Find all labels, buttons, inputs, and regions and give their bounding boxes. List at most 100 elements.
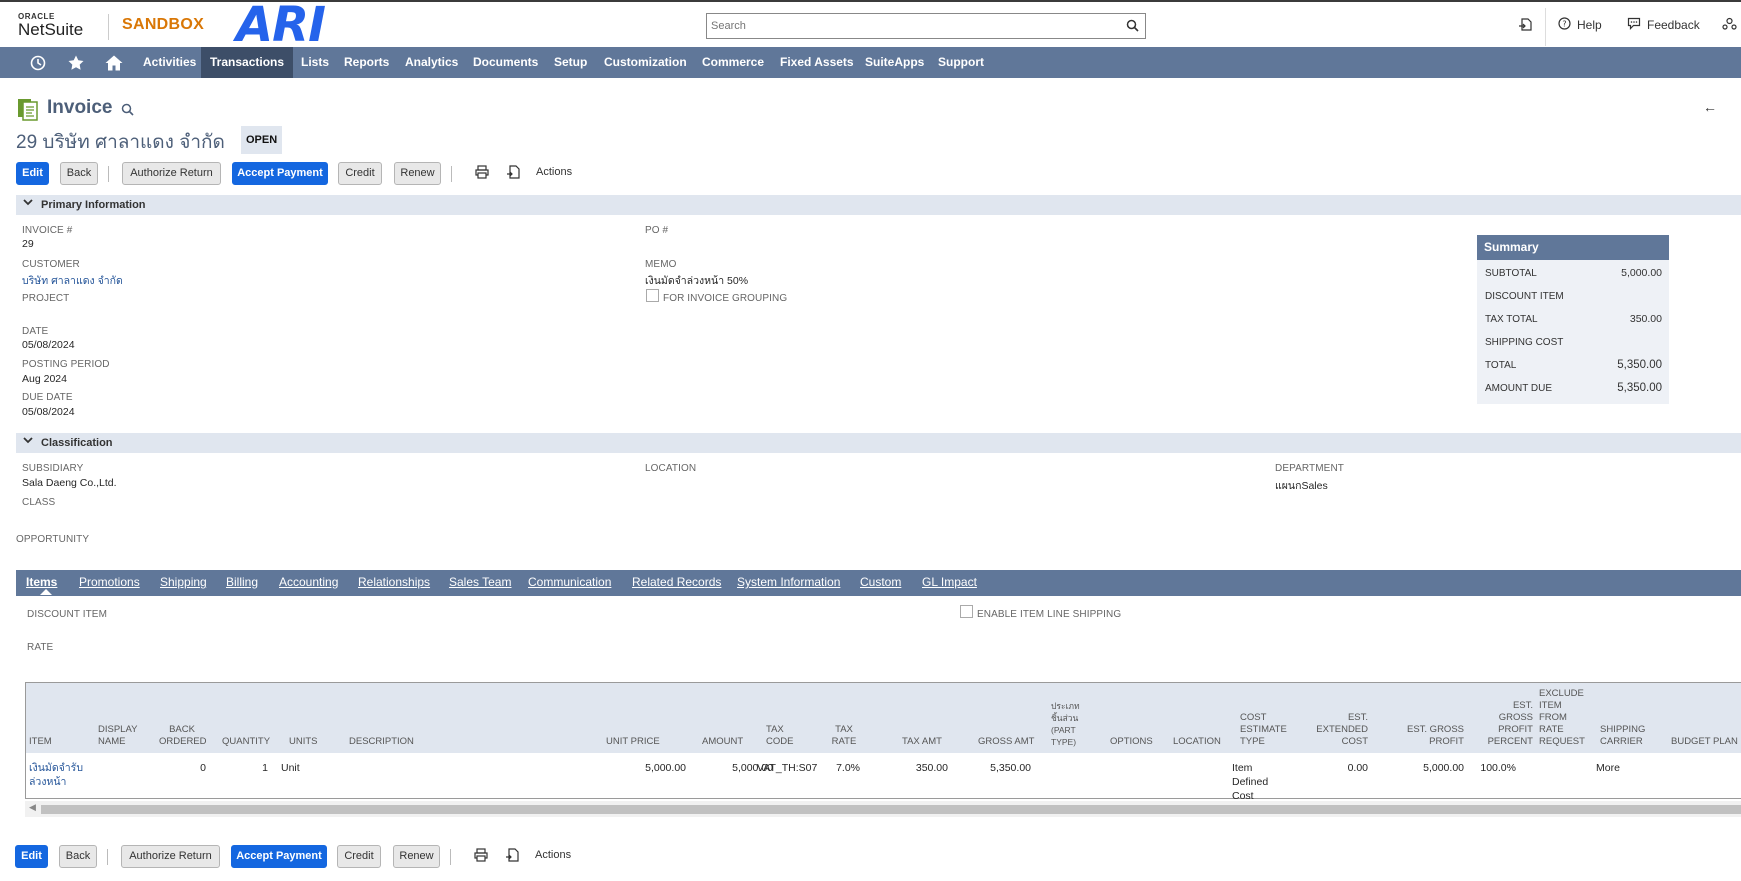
class-label: CLASS bbox=[22, 497, 56, 508]
cell-item[interactable]: เงินมัดจำรับ ล่วงหน้า bbox=[29, 761, 89, 789]
favorites-star-icon[interactable] bbox=[65, 53, 87, 73]
make-copy-icon[interactable] bbox=[506, 165, 520, 182]
due-date-value: 05/08/2024 bbox=[22, 406, 75, 418]
global-search[interactable] bbox=[706, 13, 1146, 39]
active-tab-caret bbox=[40, 589, 52, 595]
date-label: DATE bbox=[22, 326, 49, 337]
date-value: 05/08/2024 bbox=[22, 339, 75, 351]
memo-label: MEMO bbox=[645, 259, 677, 270]
tab-sales-team[interactable]: Sales Team bbox=[449, 570, 511, 595]
summary-label: SHIPPING COST bbox=[1485, 337, 1564, 348]
actions-menu[interactable]: Actions bbox=[536, 166, 572, 178]
help-link[interactable]: ? Help bbox=[1558, 17, 1602, 33]
print-icon[interactable] bbox=[475, 165, 489, 182]
chevron-down-icon bbox=[23, 433, 33, 453]
tab-promotions[interactable]: Promotions bbox=[79, 570, 140, 595]
logo-divider bbox=[108, 14, 109, 40]
col-cost-estimate-type: COST ESTIMATE TYPE bbox=[1240, 712, 1287, 747]
scroll-left-arrow-icon[interactable]: ◀ bbox=[29, 802, 36, 813]
nav-activities[interactable]: Activities bbox=[134, 47, 205, 78]
memo-value: เงินมัดจำล่วงหน้า 50% bbox=[645, 275, 749, 287]
edit-button[interactable]: Edit bbox=[15, 845, 48, 868]
col-quantity: QUANTITY bbox=[222, 736, 271, 747]
renew-button[interactable]: Renew bbox=[394, 162, 441, 185]
summary-row: SUBTOTAL 5,000.00 bbox=[1477, 262, 1669, 285]
invoice-record-icon bbox=[17, 97, 39, 124]
feedback-icon bbox=[1627, 17, 1641, 33]
col-unit-price: UNIT PRICE bbox=[606, 736, 660, 747]
print-icon[interactable] bbox=[474, 848, 488, 865]
customer-link[interactable]: บริษัท ศาลาแดง จำกัด bbox=[22, 272, 123, 289]
nav-analytics[interactable]: Analytics bbox=[396, 47, 467, 78]
tab-custom[interactable]: Custom bbox=[860, 570, 901, 595]
tab-related-records[interactable]: Related Records bbox=[632, 570, 721, 595]
back-button[interactable]: Back bbox=[60, 162, 98, 185]
make-copy-icon[interactable] bbox=[505, 848, 519, 865]
tab-shipping[interactable]: Shipping bbox=[160, 570, 207, 595]
rate-label: RATE bbox=[27, 642, 54, 653]
nav-suiteapps[interactable]: SuiteApps bbox=[856, 47, 933, 78]
tab-communication[interactable]: Communication bbox=[528, 570, 611, 595]
accept-payment-button[interactable]: Accept Payment bbox=[231, 845, 327, 868]
credit-button[interactable]: Credit bbox=[338, 162, 382, 185]
classification-header[interactable]: Classification bbox=[16, 433, 1741, 453]
back-button[interactable]: Back bbox=[59, 845, 97, 868]
col-units: UNITS bbox=[289, 736, 318, 747]
authorize-return-button[interactable]: Authorize Return bbox=[121, 845, 220, 868]
header-separator bbox=[1545, 8, 1546, 46]
summary-value: 350.00 bbox=[1629, 313, 1662, 325]
authorize-return-button[interactable]: Authorize Return bbox=[122, 162, 221, 185]
record-search-icon[interactable] bbox=[121, 103, 134, 119]
scrollbar-thumb[interactable] bbox=[41, 805, 1741, 814]
nav-documents[interactable]: Documents bbox=[464, 47, 547, 78]
feedback-link[interactable]: Feedback bbox=[1627, 17, 1700, 33]
table-header: ITEM DISPLAY NAME BACK ORDERED QUANTITY … bbox=[26, 683, 1741, 753]
summary-label: DISCOUNT ITEM bbox=[1485, 291, 1564, 302]
due-date-label: DUE DATE bbox=[22, 392, 73, 403]
nav-fixed-assets[interactable]: Fixed Assets bbox=[771, 47, 863, 78]
tab-accounting[interactable]: Accounting bbox=[279, 570, 338, 595]
col-options: OPTIONS bbox=[1110, 736, 1153, 747]
summary-row: AMOUNT DUE 5,350.00 bbox=[1477, 377, 1669, 400]
nav-reports[interactable]: Reports bbox=[335, 47, 398, 78]
tab-relationships[interactable]: Relationships bbox=[358, 570, 430, 595]
cell-units: Unit bbox=[281, 762, 300, 774]
table-horizontal-scrollbar[interactable]: ◀ bbox=[25, 801, 1741, 817]
recent-records-icon[interactable] bbox=[1518, 17, 1533, 35]
subtab-underline bbox=[16, 595, 1741, 596]
nav-customization[interactable]: Customization bbox=[595, 47, 696, 78]
tab-gl-impact[interactable]: GL Impact bbox=[922, 570, 977, 595]
enable-line-shipping-checkbox[interactable] bbox=[960, 605, 973, 618]
subtab-bar: Items Promotions Shipping Billing Accoun… bbox=[16, 570, 1741, 595]
nav-lists[interactable]: Lists bbox=[292, 47, 338, 78]
actions-menu[interactable]: Actions bbox=[535, 849, 571, 861]
nav-support[interactable]: Support bbox=[929, 47, 993, 78]
tab-billing[interactable]: Billing bbox=[226, 570, 258, 595]
netsuite-logo[interactable]: ORACLE NetSuite bbox=[18, 12, 83, 38]
nav-setup[interactable]: Setup bbox=[545, 47, 596, 78]
for-invoice-grouping-checkbox[interactable] bbox=[646, 289, 659, 302]
renew-button[interactable]: Renew bbox=[393, 845, 440, 868]
tab-system-information[interactable]: System Information bbox=[737, 570, 840, 595]
project-label: PROJECT bbox=[22, 293, 70, 304]
edit-button[interactable]: Edit bbox=[16, 162, 49, 185]
summary-label: AMOUNT DUE bbox=[1485, 383, 1553, 394]
search-icon[interactable] bbox=[1126, 19, 1139, 35]
summary-row: TAX TOTAL 350.00 bbox=[1477, 308, 1669, 331]
accept-payment-button[interactable]: Accept Payment bbox=[232, 162, 328, 185]
items-table: ITEM DISPLAY NAME BACK ORDERED QUANTITY … bbox=[25, 682, 1741, 802]
summary-row: SHIPPING COST bbox=[1477, 331, 1669, 354]
primary-information-header[interactable]: Primary Information bbox=[16, 195, 1741, 215]
roles-icon[interactable] bbox=[1722, 17, 1737, 35]
summary-value: 5,000.00 bbox=[1621, 267, 1662, 279]
nav-commerce[interactable]: Commerce bbox=[693, 47, 773, 78]
nav-transactions[interactable]: Transactions bbox=[201, 47, 294, 78]
summary-body: SUBTOTAL 5,000.00 DISCOUNT ITEM TAX TOTAL… bbox=[1477, 260, 1669, 404]
department-value: แผนกSales bbox=[1275, 480, 1328, 492]
recent-icon[interactable] bbox=[27, 53, 49, 73]
cell-est-gross-profit-percent: 100.0% bbox=[1480, 762, 1516, 774]
previous-record-arrow-icon[interactable]: ← bbox=[1703, 99, 1717, 115]
credit-button[interactable]: Credit bbox=[337, 845, 381, 868]
home-icon[interactable] bbox=[103, 53, 125, 73]
search-input[interactable] bbox=[707, 14, 1107, 38]
